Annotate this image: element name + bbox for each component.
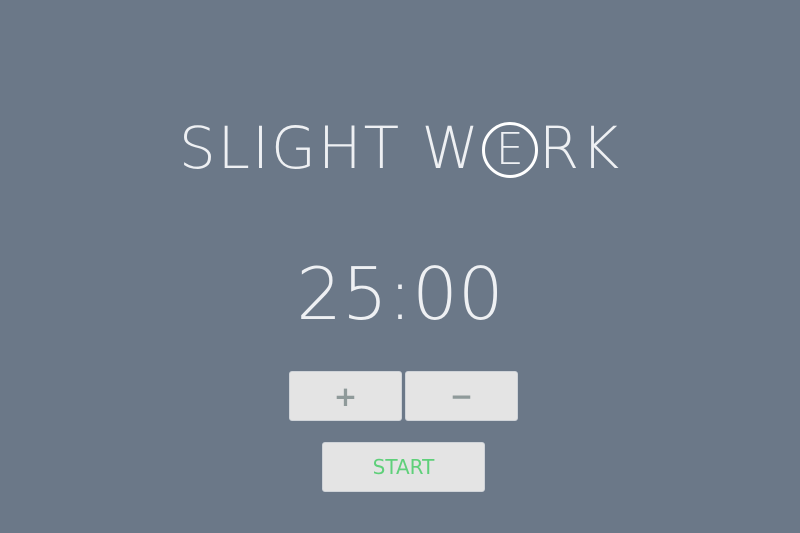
start-button[interactable]: START bbox=[322, 442, 485, 492]
minus-icon: − bbox=[449, 379, 474, 413]
plus-icon: + bbox=[333, 379, 358, 413]
logo-circled-letter: E bbox=[481, 122, 538, 178]
logo-text-start: SLIGHT W bbox=[178, 114, 481, 182]
increase-time-button[interactable]: + bbox=[289, 371, 402, 421]
app-logo: SLIGHT W E RK bbox=[0, 116, 800, 180]
logo-text-end: RK bbox=[538, 114, 622, 182]
decrease-time-button[interactable]: − bbox=[405, 371, 518, 421]
timer-display: 25:00 bbox=[296, 252, 504, 336]
start-button-label: START bbox=[372, 455, 435, 479]
